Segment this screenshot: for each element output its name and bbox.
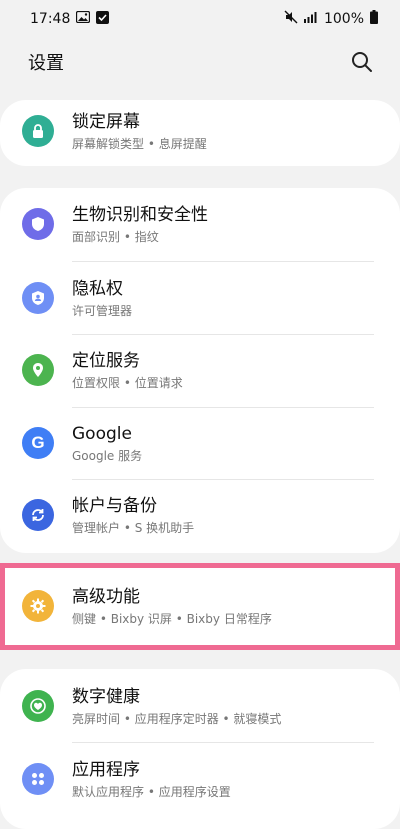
- apps-grid-icon: [22, 763, 54, 795]
- item-subtitle: 管理帐户 • S 换机助手: [72, 520, 195, 535]
- settings-item-biometrics[interactable]: 生物识别和安全性 面部识别 • 指纹: [0, 188, 400, 260]
- item-subtitle: Google 服务: [72, 448, 143, 463]
- item-subtitle: 面部识别 • 指纹: [72, 229, 159, 244]
- page-title: 设置: [28, 53, 64, 74]
- item-subtitle: 许可管理器: [72, 303, 133, 318]
- sync-icon: [22, 499, 54, 531]
- item-subtitle: 屏幕解锁类型 • 息屏提醒: [72, 136, 207, 151]
- item-subtitle: 侧键 • Bixby 识屏 • Bixby 日常程序: [72, 611, 272, 626]
- status-left: 17:48: [30, 10, 110, 28]
- google-icon: G: [22, 427, 54, 459]
- item-title: 锁定屏幕: [72, 111, 140, 132]
- settings-item-digital-wellbeing[interactable]: 数字健康 亮屏时间 • 应用程序定时器 • 就寝模式: [0, 670, 400, 742]
- settings-item-accounts-backup[interactable]: 帐户与备份 管理帐户 • S 换机助手: [0, 479, 400, 551]
- item-title: 数字健康: [72, 686, 140, 707]
- settings-item-google[interactable]: G Google Google 服务: [0, 407, 400, 479]
- mute-icon: [284, 10, 298, 28]
- signal-icon: [303, 11, 318, 27]
- search-button[interactable]: [348, 48, 376, 76]
- heart-icon: [22, 690, 54, 722]
- privacy-shield-icon: [22, 282, 54, 314]
- status-time: 17:48: [30, 11, 71, 27]
- battery-percent: 100%: [323, 11, 364, 27]
- item-subtitle: 默认应用程序 • 应用程序设置: [72, 784, 231, 799]
- check-notification-icon: [96, 10, 110, 28]
- settings-item-privacy[interactable]: 隐私权 许可管理器: [0, 262, 400, 334]
- status-right: 100%: [284, 10, 378, 28]
- search-icon: [352, 52, 372, 72]
- item-title: 高级功能: [72, 586, 140, 607]
- status-bar: 17:48 100%: [0, 0, 400, 38]
- item-subtitle: 位置权限 • 位置请求: [72, 375, 183, 390]
- item-title: 定位服务: [72, 350, 140, 371]
- gear-icon: [22, 590, 54, 622]
- settings-item-advanced-features[interactable]: 高级功能 侧键 • Bixby 识屏 • Bixby 日常程序: [0, 570, 400, 642]
- item-title: 生物识别和安全性: [72, 204, 208, 225]
- item-title: 隐私权: [72, 278, 123, 299]
- settings-item-apps[interactable]: 应用程序 默认应用程序 • 应用程序设置: [0, 743, 400, 815]
- settings-item-location[interactable]: 定位服务 位置权限 • 位置请求: [0, 334, 400, 406]
- gallery-notification-icon: [76, 10, 91, 27]
- item-title: Google: [72, 423, 132, 444]
- item-subtitle: 亮屏时间 • 应用程序定时器 • 就寝模式: [72, 711, 282, 726]
- battery-icon: [370, 10, 378, 28]
- shield-icon: [22, 208, 54, 240]
- location-pin-icon: [22, 354, 54, 386]
- item-title: 应用程序: [72, 759, 140, 780]
- settings-item-lock-screen[interactable]: 锁定屏幕 屏幕解锁类型 • 息屏提醒: [0, 95, 400, 167]
- lock-icon: [22, 115, 54, 147]
- settings-header: 设置: [0, 38, 400, 86]
- item-title: 帐户与备份: [72, 495, 157, 516]
